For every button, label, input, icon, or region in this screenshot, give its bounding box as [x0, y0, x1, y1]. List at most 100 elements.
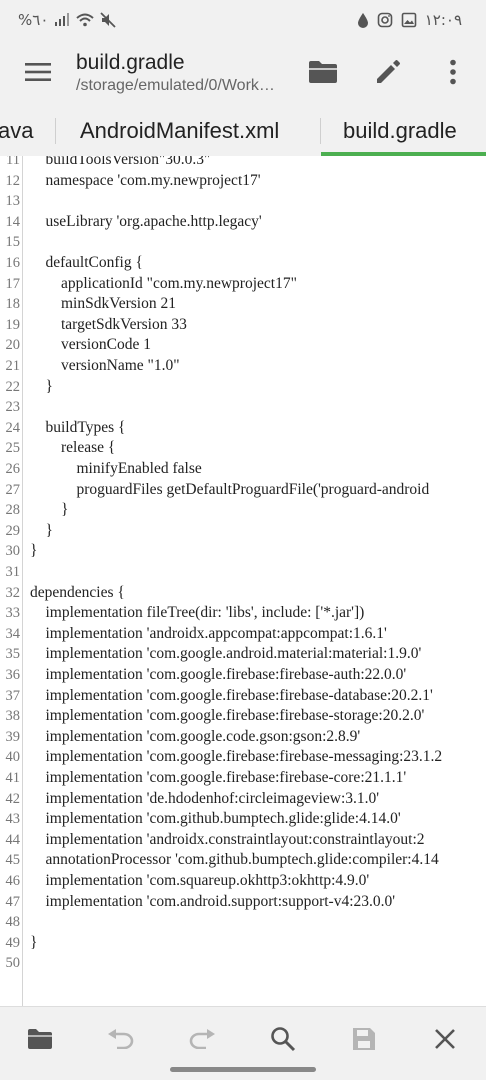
redo-button[interactable] — [182, 1019, 222, 1059]
code-text: implementation 'com.google.android.mater… — [30, 645, 422, 663]
line-number: 17 — [5, 275, 21, 292]
code-text: implementation 'com.squareup.okhttp3:okh… — [30, 872, 370, 889]
tab-java[interactable]: ava — [0, 104, 33, 158]
code-line: 16 defaultConfig { — [0, 253, 486, 274]
line-number: 43 — [5, 811, 21, 828]
code-line: 30} — [0, 541, 486, 562]
close-icon — [435, 1029, 455, 1049]
code-editor[interactable]: 11 buildToolsVersion"30.0.3" 12 namespace… — [0, 156, 486, 1006]
line-number: 46 — [5, 873, 21, 889]
code-line: 26 minifyEnabled false — [0, 459, 486, 480]
code-text: minifyEnabled false — [30, 460, 202, 477]
code-line: 19 targetSdkVersion 33 — [0, 315, 486, 336]
code-line: 22 } — [0, 377, 486, 398]
search-button[interactable] — [263, 1019, 303, 1059]
open-folder-button[interactable] — [305, 54, 341, 90]
code-line: 38 implementation 'com.google.firebase:f… — [0, 706, 486, 727]
code-text: implementation 'com.google.firebase:fire… — [30, 769, 407, 786]
code-text: implementation 'com.google.code.gson:gso… — [30, 727, 361, 745]
code-text: implementation 'com.google.firebase:fire… — [30, 666, 407, 683]
code-line: 36 implementation 'com.google.firebase:f… — [0, 665, 486, 686]
redo-icon — [189, 1029, 215, 1049]
code-line: 12 namespace 'com.my.newproject17' — [0, 171, 486, 192]
line-number: 26 — [5, 461, 21, 477]
status-bar: %٦٠ ١٢:٠٩ — [0, 0, 486, 40]
code-text: minSdkVersion 21 — [30, 295, 176, 313]
code-text: defaultConfig { — [30, 254, 143, 271]
line-number: 27 — [5, 481, 21, 498]
code-text: implementation 'com.github.bumptech.glid… — [30, 810, 401, 828]
line-number: 50 — [5, 955, 21, 972]
tab-divider — [55, 118, 56, 144]
code-text: implementation 'com.google.firebase:fire… — [30, 748, 443, 766]
code-line: 49} — [0, 933, 486, 954]
code-line: 25 release { — [0, 438, 486, 459]
code-text: } — [30, 542, 38, 560]
line-number: 25 — [5, 440, 21, 457]
file-path: /storage/emulated/0/Work… — [76, 77, 275, 94]
code-text: dependencies { — [30, 583, 125, 601]
line-number: 13 — [5, 193, 21, 210]
file-title: build.gradle — [76, 51, 185, 74]
code-text: } — [30, 377, 53, 395]
line-number: 49 — [5, 934, 21, 951]
menu-button[interactable] — [22, 56, 54, 88]
line-number: 44 — [5, 831, 21, 848]
code-line: 45 annotationProcessor 'com.github.bumpt… — [0, 850, 486, 871]
line-number: 37 — [5, 687, 21, 704]
code-line: 35 implementation 'com.google.android.ma… — [0, 644, 486, 665]
folder-icon — [28, 1029, 52, 1049]
code-line: 28 } — [0, 500, 486, 521]
line-number: 11 — [6, 156, 20, 168]
wifi-icon — [76, 13, 95, 27]
open-file-button[interactable] — [20, 1019, 60, 1059]
line-number: 48 — [5, 914, 21, 931]
code-text: implementation 'androidx.appcompat:appco… — [30, 624, 387, 642]
home-indicator[interactable] — [170, 1067, 316, 1072]
status-right: ١٢:٠٩ — [357, 10, 462, 30]
line-number: 18 — [5, 296, 21, 313]
line-number: 32 — [5, 584, 21, 601]
line-number: 15 — [5, 234, 21, 251]
code-line: 48 — [0, 912, 486, 933]
code-text: implementation 'com.android.support:supp… — [30, 892, 396, 910]
code-line: 32 dependencies { — [0, 583, 486, 604]
line-number: 23 — [5, 399, 21, 416]
code-line: 15 — [0, 232, 486, 253]
code-line: 11 buildToolsVersion"30.0.3" — [0, 156, 486, 171]
gallery-icon — [401, 12, 417, 28]
code-text: implementation fileTree(dir: 'libs', inc… — [30, 604, 365, 622]
line-number: 34 — [5, 625, 21, 642]
tab-build-gradle[interactable]: build.gradle — [343, 104, 457, 158]
line-number: 45 — [5, 852, 21, 869]
pencil-icon — [377, 60, 400, 83]
line-number: 42 — [5, 790, 21, 807]
instagram-icon — [377, 12, 393, 28]
close-file-button[interactable] — [425, 1019, 465, 1059]
code-text: implementation 'com.google.firebase:fire… — [30, 686, 433, 704]
edit-button[interactable] — [370, 54, 406, 90]
status-time: ١٢:٠٩ — [424, 11, 462, 29]
undo-button[interactable] — [101, 1019, 141, 1059]
code-line: 50 — [0, 953, 486, 974]
code-line: 42 implementation 'de.hdodenhof:circleim… — [0, 789, 486, 810]
code-line: 31 — [0, 562, 486, 583]
code-text: implementation 'androidx.constraintlayou… — [30, 830, 425, 848]
tab-android-manifest[interactable]: AndroidManifest.xml — [80, 104, 279, 158]
hamburger-icon — [25, 63, 51, 81]
line-number: 22 — [5, 378, 21, 395]
line-number: 16 — [5, 255, 21, 271]
save-button[interactable] — [344, 1019, 384, 1059]
code-text: } — [30, 501, 69, 519]
code-text: useLibrary 'org.apache.http.legacy' — [30, 212, 262, 230]
line-number: 29 — [5, 522, 21, 539]
line-number: 40 — [5, 749, 21, 766]
code-text: proguardFiles getDefaultProguardFile('pr… — [30, 480, 430, 498]
code-line: 33 implementation fileTree(dir: 'libs', … — [0, 603, 486, 624]
code-text: implementation 'de.hdodenhof:circleimage… — [30, 789, 380, 807]
code-line: 39 implementation 'com.google.code.gson:… — [0, 727, 486, 748]
more-options-button[interactable] — [435, 54, 471, 90]
code-line: 14 useLibrary 'org.apache.http.legacy' — [0, 212, 486, 233]
search-icon — [271, 1027, 296, 1052]
line-number: 35 — [5, 646, 21, 663]
